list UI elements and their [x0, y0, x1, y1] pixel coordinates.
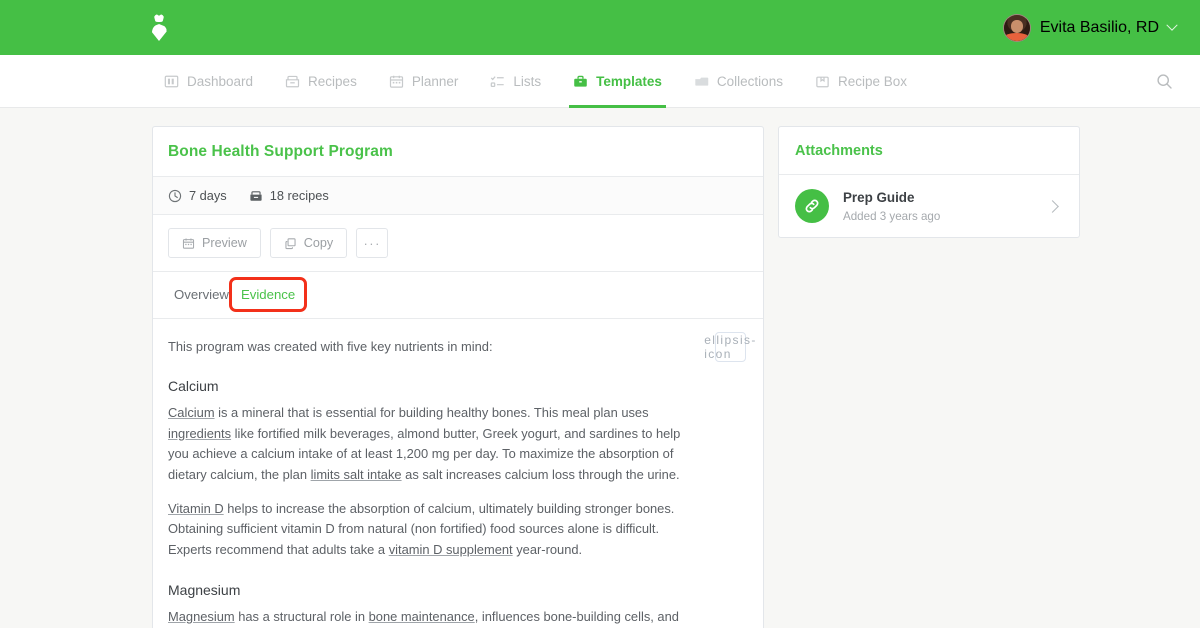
inline-link[interactable]: Calcium: [168, 405, 215, 420]
section-heading-calcium: Calcium: [168, 378, 219, 395]
nav-right-group: [1153, 55, 1200, 107]
user-name: Evita Basilio, RD: [1039, 18, 1159, 36]
clock-icon: [168, 189, 182, 202]
nav-item-recipe-box[interactable]: Recipe Box: [799, 55, 923, 107]
more-actions-button[interactable]: ···: [356, 228, 389, 258]
avatar-shoulder: [1005, 33, 1029, 41]
attachments-title: Attachments: [795, 143, 883, 159]
duration-meta: 7 days: [168, 188, 227, 203]
nav-label: Recipe Box: [837, 73, 907, 89]
attachment-name: Prep Guide: [843, 190, 915, 206]
nav-label: Dashboard: [187, 73, 254, 89]
top-header-bar: Evita Basilio, RD: [0, 0, 1200, 55]
inline-text: has a structural role in: [234, 609, 369, 625]
recipes-meta: 18 recipes: [249, 188, 329, 203]
main-column: Bone Health Support Program 7 days 18 re…: [152, 126, 764, 628]
paragraph-magnesium: Magnesium has a structural role in bone …: [168, 607, 701, 628]
toolbox-icon: [574, 75, 587, 87]
attachments-column: Attachments Prep Guide Added 3 years ago: [778, 126, 1080, 628]
inline-text: as salt increases calcium loss through t…: [401, 466, 680, 482]
avatar-face: [1010, 20, 1023, 34]
inline-text: year-round.: [512, 541, 583, 557]
template-card-header: Bone Health Support Program: [153, 127, 763, 177]
copy-button[interactable]: Copy: [269, 228, 348, 258]
inline-link[interactable]: Magnesium: [168, 609, 235, 624]
search-icon[interactable]: [1153, 70, 1175, 92]
nav-item-templates[interactable]: Templates: [557, 55, 678, 108]
nav-item-collections[interactable]: Collections: [678, 55, 799, 107]
calendar-icon: [182, 238, 195, 249]
nav-item-lists[interactable]: Lists: [474, 55, 557, 107]
user-menu[interactable]: Evita Basilio, RD: [1002, 13, 1178, 42]
nav-item-dashboard[interactable]: Dashboard: [148, 55, 269, 107]
attachments-card: Attachments Prep Guide Added 3 years ago: [778, 126, 1080, 238]
chevron-down-icon: [1166, 19, 1178, 31]
evidence-content: ellipsis-icon This program was created w…: [153, 319, 763, 628]
template-tabs: Overview Evidence: [153, 272, 763, 319]
berry-logo-leaf: [154, 14, 164, 22]
preview-label: Preview: [202, 236, 247, 250]
attachment-list-item[interactable]: Prep Guide Added 3 years ago: [779, 175, 1079, 237]
duration-label: 7 days: [189, 188, 227, 203]
inline-link[interactable]: bone maintenance: [369, 609, 475, 624]
template-actions-row: Preview Copy ···: [153, 215, 763, 272]
berry-logo[interactable]: [142, 11, 176, 45]
checklist-icon: [491, 75, 505, 87]
nav-label: Recipes: [308, 73, 357, 89]
berry-logo-body: [151, 24, 167, 41]
link-icon: [795, 189, 829, 223]
tab-overview[interactable]: Overview: [168, 283, 235, 306]
nav-label: Planner: [411, 73, 459, 89]
nav-label: Templates: [596, 73, 662, 89]
template-meta-row: 7 days 18 recipes: [153, 177, 763, 215]
section-heading-magnesium: Magnesium: [168, 582, 241, 599]
page-content: Bone Health Support Program 7 days 18 re…: [0, 108, 1200, 628]
attachments-header: Attachments: [779, 127, 1079, 175]
dashboard-icon: [164, 75, 179, 87]
recipe-box-icon: [816, 76, 829, 87]
page-title: Bone Health Support Program: [168, 143, 393, 160]
paragraph-vitamin-d: Vitamin D helps to increase the absorpti…: [168, 499, 701, 560]
tab-evidence[interactable]: Evidence: [228, 277, 308, 312]
calendar-icon: [389, 75, 403, 88]
recipes-icon: [285, 75, 300, 87]
inline-link[interactable]: ingredients: [168, 426, 231, 441]
recipes-label: 18 recipes: [269, 188, 329, 203]
main-navigation: Dashboard Recipes Planner Lists Template…: [0, 55, 1200, 108]
nav-item-planner[interactable]: Planner: [373, 55, 475, 107]
template-card: Bone Health Support Program 7 days 18 re…: [152, 126, 764, 628]
content-lead: This program was created with five key n…: [168, 339, 493, 354]
nav-items: Dashboard Recipes Planner Lists Template…: [148, 55, 923, 108]
nav-item-recipes[interactable]: Recipes: [269, 55, 373, 107]
content-more-button[interactable]: ellipsis-icon: [704, 332, 755, 362]
preview-button[interactable]: Preview: [168, 228, 261, 258]
inline-link[interactable]: vitamin D supplement: [389, 542, 513, 557]
folder-icon: [695, 77, 709, 86]
copy-label: Copy: [303, 236, 334, 250]
nav-label: Collections: [716, 73, 783, 89]
paragraph-calcium: Calcium is a mineral that is essential f…: [168, 403, 701, 485]
inline-link[interactable]: limits salt intake: [311, 467, 402, 482]
recipes-icon: [250, 190, 262, 201]
inline-link[interactable]: Vitamin D: [168, 501, 224, 516]
nav-label: Lists: [513, 73, 542, 89]
attachment-text: Prep Guide Added 3 years ago: [843, 189, 1034, 222]
chevron-right-icon: [1046, 199, 1059, 213]
copy-icon: [285, 237, 296, 249]
attachment-subtitle: Added 3 years ago: [843, 209, 941, 223]
avatar: [1002, 13, 1031, 42]
inline-text: is a mineral that is essential for build…: [214, 405, 649, 421]
